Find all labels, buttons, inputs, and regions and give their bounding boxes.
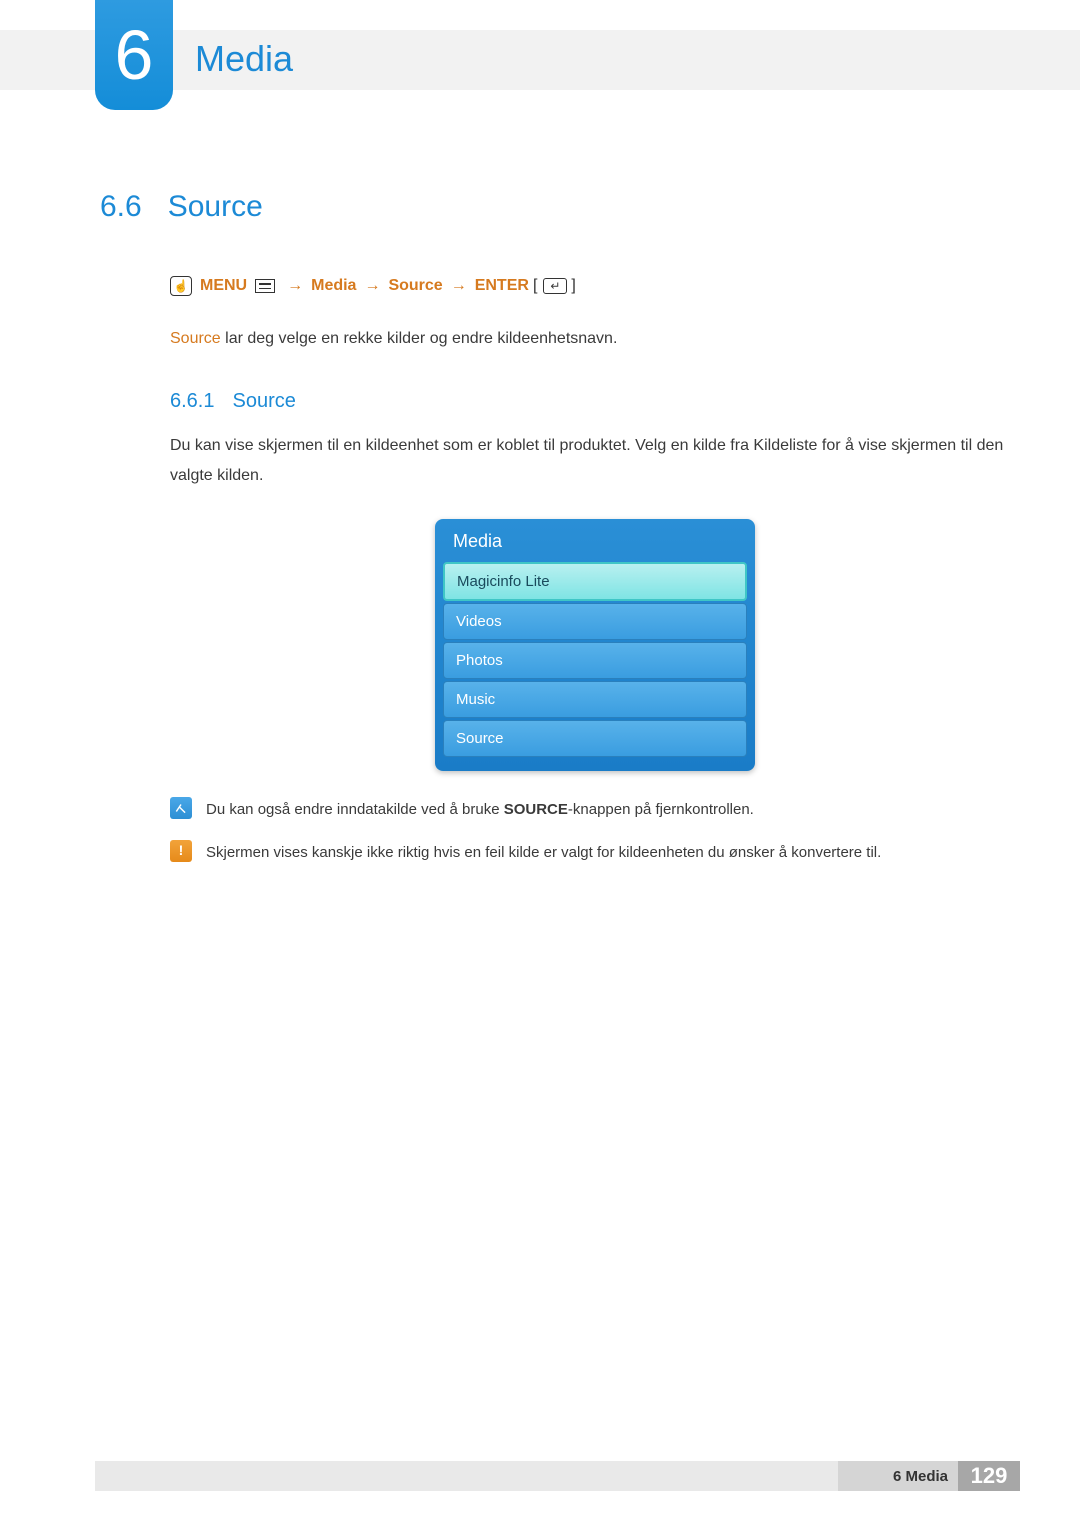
section-title: Source [168, 190, 263, 224]
subsection-heading: 6.6.1 Source [170, 390, 1020, 413]
nav-menu-label: MENU [200, 277, 247, 295]
menu-item[interactable]: Source [443, 720, 747, 757]
bracket-close: ] [571, 277, 575, 295]
menu-title: Media [443, 519, 747, 562]
nav-seg-media: Media [311, 277, 356, 295]
note-bold: SOURCE [504, 801, 568, 818]
intro-head: Source [170, 330, 221, 347]
nav-enter-label: ENTER [475, 277, 529, 295]
footer-spacer [95, 1461, 838, 1491]
subsection-number: 6.6.1 [170, 390, 214, 413]
bracket-open: [ [533, 277, 537, 295]
chapter-number: 6 [115, 20, 154, 90]
section-heading: 6.6 Source [100, 190, 1020, 224]
intro-text: Source lar deg velge en rekke kilder og … [170, 326, 1020, 352]
note-callout: Du kan også endre inndatakilde ved å bru… [170, 797, 1020, 822]
section-number: 6.6 [100, 190, 142, 224]
arrow-icon: → [360, 277, 384, 295]
subsection-title: Source [232, 390, 295, 413]
footer-bar: 6 Media 129 [95, 1461, 1080, 1491]
note-text: Du kan også endre inndatakilde ved å bru… [206, 797, 1020, 822]
warning-icon: ! [170, 840, 192, 862]
chapter-tab: 6 [95, 0, 173, 110]
page-number: 129 [958, 1461, 1020, 1491]
onscreen-menu: Media Magicinfo LiteVideosPhotosMusicSou… [435, 519, 755, 771]
note-post: -knappen på fjernkontrollen. [568, 801, 754, 818]
chapter-title: Media [195, 38, 293, 80]
body-paragraph: Du kan vise skjermen til en kildeenhet s… [170, 431, 1020, 492]
menu-item[interactable]: Photos [443, 642, 747, 679]
arrow-icon: → [447, 277, 471, 295]
body-block: ☝ MENU → Media → Source → ENTER [ ↵ ] So… [170, 276, 1020, 864]
navigation-path: ☝ MENU → Media → Source → ENTER [ ↵ ] [170, 276, 1020, 296]
menu-button-icon [255, 279, 275, 293]
note-pre: Du kan også endre inndatakilde ved å bru… [206, 801, 504, 818]
warning-callout: ! Skjermen vises kanskje ikke riktig hvi… [170, 840, 1020, 865]
menu-item[interactable]: Music [443, 681, 747, 718]
footer-end [1020, 1461, 1080, 1491]
menu-item[interactable]: Videos [443, 603, 747, 640]
warning-text: Skjermen vises kanskje ikke riktig hvis … [206, 840, 1020, 865]
note-icon [170, 797, 192, 819]
remote-hand-icon: ☝ [170, 276, 192, 296]
nav-seg-source: Source [388, 277, 442, 295]
content-area: 6.6 Source ☝ MENU → Media → Source → ENT… [100, 190, 1020, 882]
menu-item[interactable]: Magicinfo Lite [443, 562, 747, 601]
intro-body: lar deg velge en rekke kilder og endre k… [221, 330, 618, 347]
enter-button-icon: ↵ [543, 278, 567, 294]
footer-chapter-label: 6 Media [838, 1461, 958, 1491]
arrow-icon: → [283, 277, 307, 295]
